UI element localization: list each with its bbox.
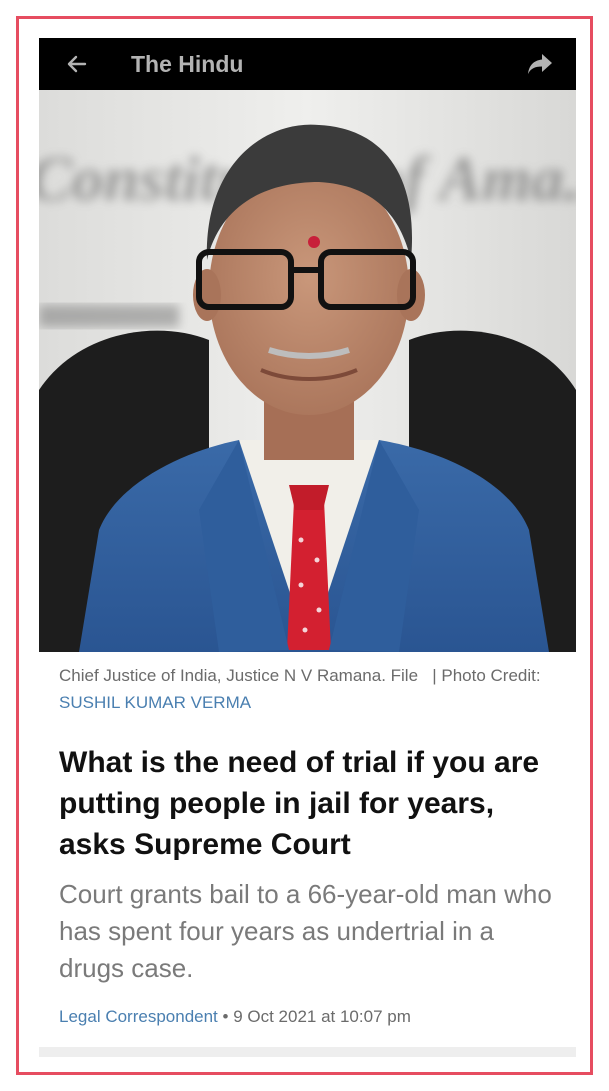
back-button[interactable]: [59, 46, 95, 82]
article-headline[interactable]: What is the need of trial if you are put…: [59, 742, 564, 865]
article-byline: Legal Correspondent • 9 Oct 2021 at 10:0…: [59, 1005, 564, 1029]
caption-text: Chief Justice of India, Justice N V Rama…: [59, 666, 419, 685]
photo-caption: Chief Justice of India, Justice N V Rama…: [59, 662, 559, 716]
app-bar: The Hindu: [39, 38, 576, 90]
arrow-left-icon: [67, 55, 87, 73]
article-subheadline: Court grants bail to a 66-year-old man w…: [59, 879, 552, 983]
byline-separator: •: [217, 1007, 234, 1026]
publish-date: 9 Oct 2021 at 10:07 pm: [233, 1007, 411, 1026]
article-photo: Constitution of Ama...: [39, 90, 576, 652]
share-arrow-icon: [528, 54, 552, 74]
screenshot-frame: The Hindu Constitution Ama Chief Justice…: [16, 16, 593, 1075]
caption-credit-prefix: | Photo Credit:: [432, 666, 541, 685]
share-button[interactable]: [522, 46, 558, 82]
app-title: The Hindu: [131, 51, 244, 77]
author-link[interactable]: Legal Correspondent: [59, 1007, 218, 1026]
photo-credit-name: SUSHIL KUMAR VERMA: [59, 693, 252, 712]
bottom-divider: [39, 1047, 576, 1057]
